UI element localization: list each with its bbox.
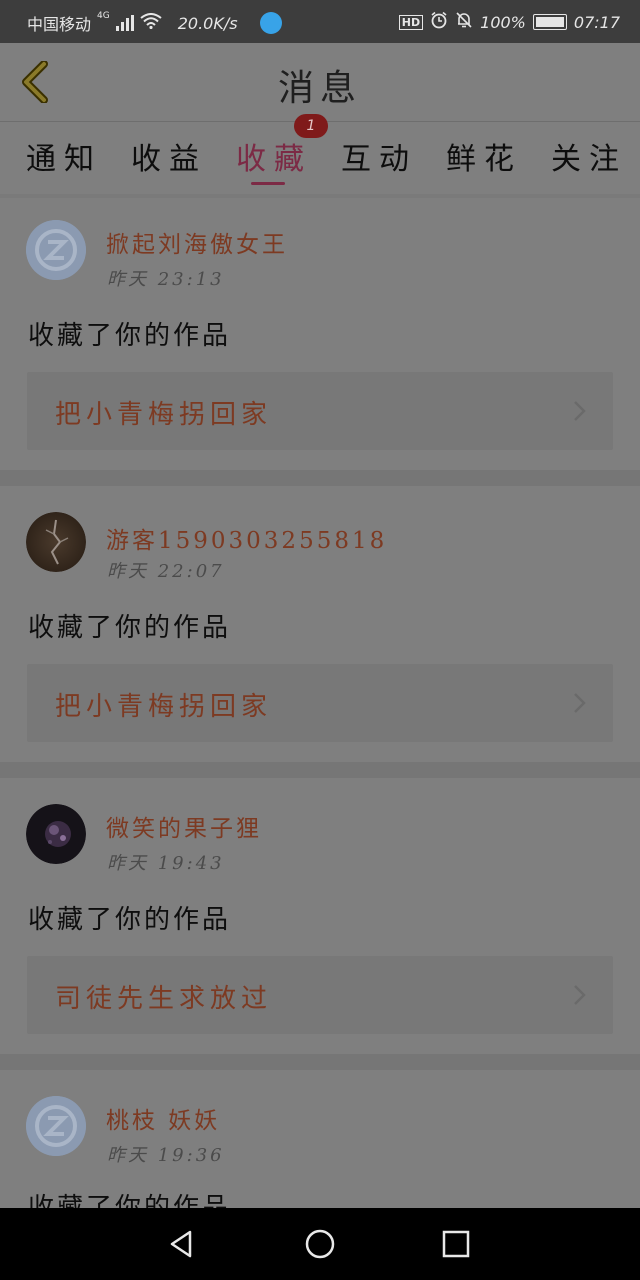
timestamp: 昨天 22:07 [107, 561, 225, 582]
default-avatar-icon[interactable] [26, 1096, 86, 1156]
signal-icon [115, 15, 134, 31]
tab-earnings[interactable]: 收益 [131, 134, 207, 178]
work-link[interactable]: 把小青梅拐回家 [27, 372, 613, 450]
battery-percent: 100% [480, 12, 526, 32]
username[interactable]: 游客1590303255818 [106, 521, 387, 555]
action-text: 收藏了你的作品 [28, 1193, 232, 1208]
network-type: 4G [97, 11, 110, 21]
list-item: 掀起刘海傲女王 昨天 23:13 收藏了你的作品 把小青梅拐回家 [0, 198, 640, 464]
system-nav-bar [0, 1208, 640, 1280]
unread-badge: 1 [294, 114, 328, 138]
tab-favorites[interactable]: 收藏 [236, 134, 312, 178]
mute-icon [455, 11, 473, 33]
user-avatar[interactable] [26, 512, 86, 572]
work-title: 把小青梅拐回家 [55, 692, 273, 722]
user-avatar[interactable] [26, 804, 86, 864]
carrier-label: 中国移动 [27, 15, 92, 34]
timestamp: 昨天 19:43 [107, 853, 225, 874]
wifi-icon [140, 13, 162, 33]
work-title: 把小青梅拐回家 [55, 400, 273, 430]
chevron-right-icon [574, 693, 586, 713]
tab-follow[interactable]: 关注 [551, 134, 627, 178]
default-avatar-icon[interactable] [26, 220, 86, 280]
work-title: 司徒先生求放过 [55, 984, 273, 1014]
status-bar: 中国移动 4G 20.0K/s HD 100% 07:17 [0, 0, 640, 43]
back-nav-icon[interactable] [166, 1228, 198, 1260]
action-text: 收藏了你的作品 [28, 905, 232, 935]
tab-interaction[interactable]: 互动 [341, 134, 417, 178]
action-text: 收藏了你的作品 [28, 321, 232, 351]
alarm-icon [430, 11, 448, 33]
action-text: 收藏了你的作品 [28, 613, 232, 643]
hd-icon: HD [398, 14, 424, 30]
divider [0, 1054, 640, 1070]
timestamp: 昨天 23:13 [107, 269, 225, 290]
timestamp: 昨天 19:36 [107, 1145, 225, 1166]
tab-flowers[interactable]: 鲜花 [446, 134, 522, 178]
battery-icon [532, 14, 567, 30]
work-link[interactable]: 司徒先生求放过 [27, 956, 613, 1034]
list-item: 桃枝 妖妖 昨天 19:36 收藏了你的作品 [0, 1074, 640, 1208]
list-item: 微笑的果子狸 昨天 19:43 收藏了你的作品 司徒先生求放过 [0, 782, 640, 1048]
username[interactable]: 掀起刘海傲女王 [106, 225, 288, 259]
clock: 07:17 [573, 12, 620, 32]
divider [0, 762, 640, 778]
app-notification-icon [259, 12, 282, 34]
tab-bar: 通知 收益 收藏 1 互动 鲜花 关注 [0, 114, 640, 194]
active-tab-indicator [251, 182, 285, 185]
chevron-right-icon [574, 985, 586, 1005]
work-link[interactable]: 把小青梅拐回家 [27, 664, 613, 742]
list-item: 游客1590303255818 昨天 22:07 收藏了你的作品 把小青梅拐回家 [0, 490, 640, 756]
tab-favorites-label: 收藏 [236, 142, 312, 177]
username[interactable]: 桃枝 妖妖 [106, 1101, 220, 1135]
network-speed: 20.0K/s [177, 13, 238, 33]
home-nav-icon[interactable] [304, 1228, 336, 1260]
app-header: 消息 [0, 43, 640, 122]
username[interactable]: 微笑的果子狸 [106, 809, 262, 843]
recents-nav-icon[interactable] [440, 1228, 472, 1260]
tab-notice[interactable]: 通知 [26, 134, 102, 178]
divider [0, 470, 640, 486]
chevron-right-icon [574, 401, 586, 421]
page-title: 消息 [277, 68, 362, 109]
